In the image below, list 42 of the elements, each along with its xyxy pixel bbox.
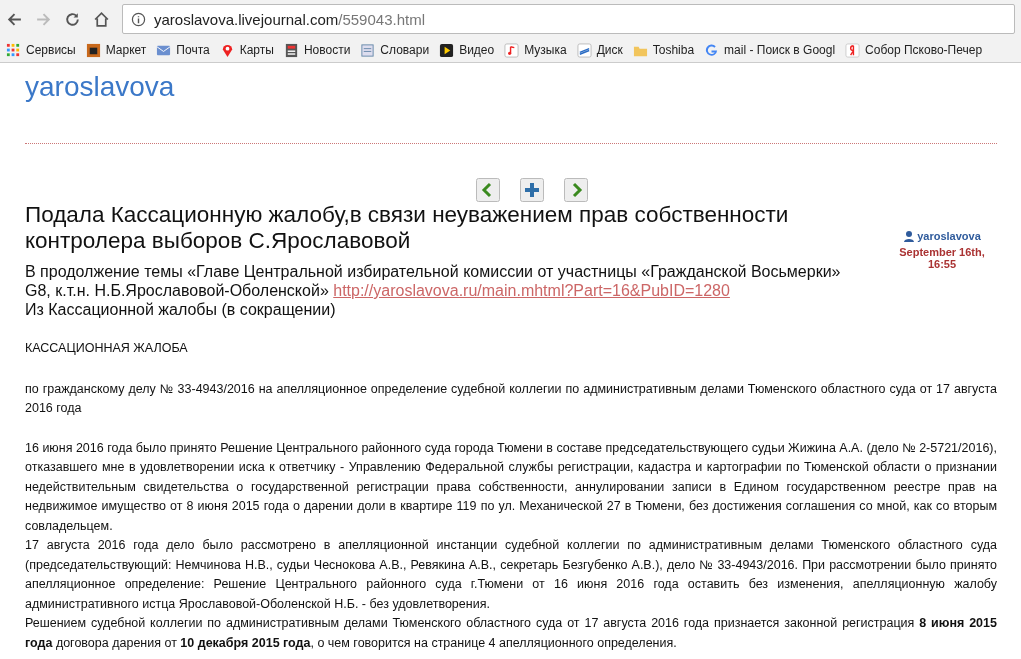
music-note-icon [504,42,520,58]
google-g-icon [704,42,720,58]
add-button[interactable] [520,178,544,202]
info-icon[interactable] [131,11,146,27]
body-paragraph: 17 августа 2016 года дело было рассмотрено в апелляционной инстанции судебной коллегии по административным делами Тюменского областного суда (председательствующий: Немчинова Н.В., судьи Чеснокова А.В., Ревякина А.В., секретарь Безгубенко А.В.), дело № 33-4943/2016. При рассмотрении было принято апелляционное определение: Решение Центрального районного суда г.Тюмени от 16 июня 2016 года оставить без изменения, апелляционную жалобу административного истца Ярославовой-Оболенской Н.Б. - без удовлетворения. [25,537,997,613]
bookmark-link[interactable]: Видео [439,42,495,58]
bookmark-link[interactable]: Почта [156,42,210,58]
body-paragraph: по гражданскому делу № 33-4943/2016 на апелляционное определение судебной коллегии по административным делами Тюменского областного суда от 17 августа 2016 года [25,380,997,417]
address-bar[interactable]: yaroslavova.livejournal.com/559043.html [122,4,1015,34]
bookmark-link[interactable]: Карты [219,42,274,58]
post-subtitle: Из Кассационной жалобы (в сокращении) [25,300,337,319]
url-text: /559043.html [338,10,425,28]
previous-button[interactable] [476,178,500,202]
post-date: September 16th, 16:55 [898,246,986,270]
apps-grid-icon [6,42,21,58]
url-text: yaroslavova.livejournal.com [154,10,339,28]
body-paragraph: 16 июня 2016 года было принято Решение Центрального районного суда города Тюмени в составе председательствующего судьи Жижина А.А. (дело № 2-5721/2016), отказавшего мне в удовлетворении иска к ответчику - Управлению Федеральной службы регистрации, кадастра и картографии по Тюменской области о признании недействительным свидетельства о государственной регистрации права собственности, аннулировании записи в Едином государственном реестре прав на недвижимое имущество от 8 июня 2015 года о дарении доли в квартире 119 по ул. Механической 27 в Тюмени, без достижения соглашения со мной, как со вторым совладельцем. [25,439,997,535]
author-link[interactable]: yaroslavova [917,230,981,242]
reload-icon[interactable] [64,10,81,28]
bookmark-link[interactable]: mail - Поиск в Googl [704,42,836,58]
body-paragraph: Решением судебной коллегии по административным делами Тюменского областного суда от 17 августа 2016 года признается законной регистрация 8 июня 2015 года договора дарения от 10 декабря 2015 года, о чем говорится на странице 4 апелляционного определения. [25,615,997,652]
bookmark-link[interactable]: Сервисы [6,42,76,58]
next-button[interactable] [564,178,588,202]
article-link[interactable]: http://yaroslavova.ru/main.mhtml?Part=16&PubID=1280 [333,282,730,299]
shop-icon [85,42,101,58]
newspaper-icon [283,42,299,58]
home-icon[interactable] [93,10,110,28]
post-title: Подала Кассационную жалобу,в связи неуважением прав собственности контролера выборов С.Ярославовой [25,202,790,254]
bookmark-link[interactable]: Собор Псково-Печер [845,42,983,58]
bookmark-link[interactable]: Новости [283,42,351,58]
post-intro: В продолжение темы «Главе Центральной избирательной комиссии от участницы «Гражданской Восьмерки» G8, к.т.н. Н.Б.Ярославовой-Оболенской» http://yaroslavova.ru/main.mhtml?Part=16&PubID=1280 [25,262,842,300]
bookmark-link[interactable]: Словари [360,42,430,58]
document-heading: КАССАЦИОННАЯ ЖАЛОБА [25,340,189,357]
bookmark-link[interactable]: Диск [576,42,623,58]
bookmark-link[interactable]: Маркет [85,42,147,58]
blog-title-link[interactable]: yaroslavova [25,71,175,103]
user-icon [903,230,916,242]
play-icon [439,42,455,58]
bookmark-link[interactable]: Toshiba [632,42,695,58]
letter-icon [845,42,861,58]
bookmark-link[interactable]: Музыка [504,42,567,58]
book-icon [360,42,376,58]
